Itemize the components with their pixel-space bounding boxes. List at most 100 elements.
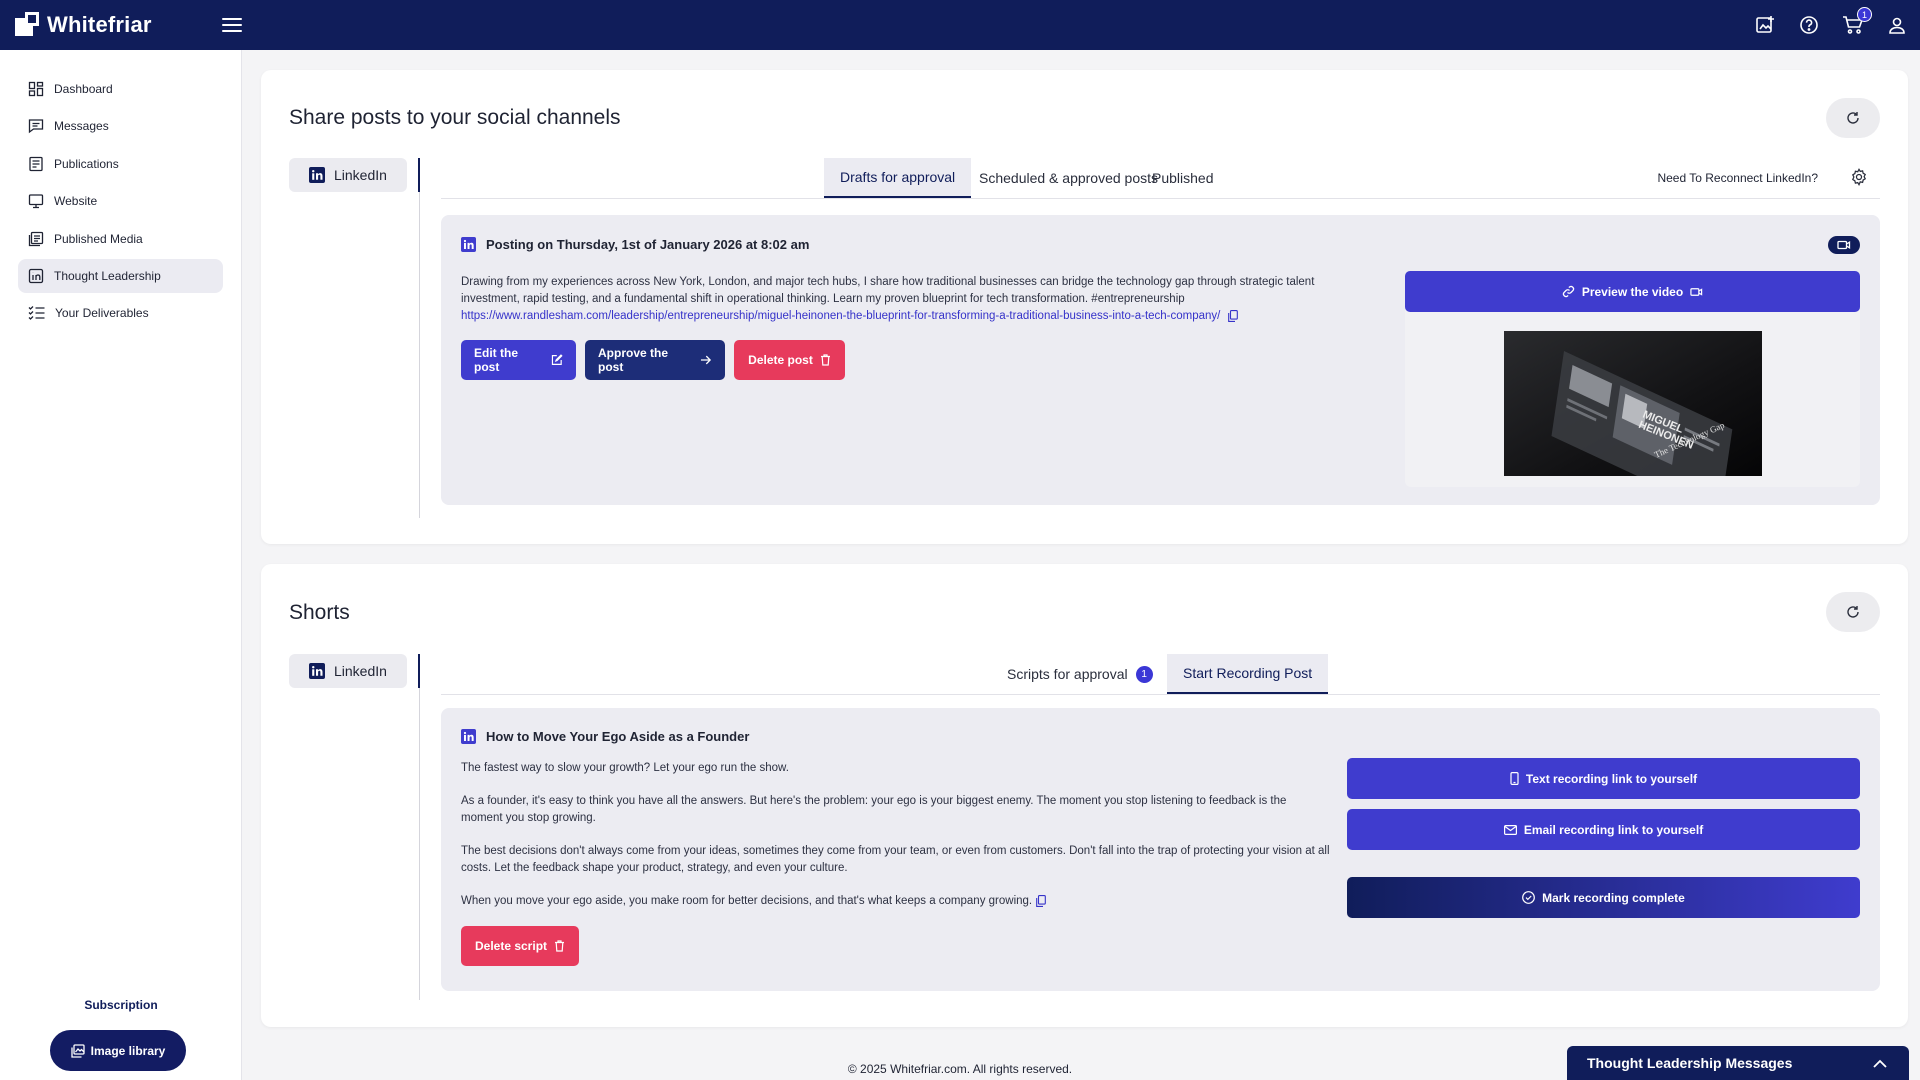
post-tabs: Drafts for approval Scheduled & approved…	[441, 158, 1880, 199]
settings-gear-icon[interactable]	[1850, 168, 1868, 191]
sidebar-item-label: Dashboard	[54, 82, 113, 96]
reconnect-linkedin-link[interactable]: Need To Reconnect LinkedIn?	[1657, 171, 1818, 185]
preview-video-button[interactable]: Preview the video	[1405, 271, 1860, 312]
shorts-card: Shorts LinkedIn Scripts for approval 1 S…	[261, 564, 1908, 1027]
text-recording-link-label: Text recording link to yourself	[1525, 771, 1698, 786]
cart-count-badge: 1	[1857, 7, 1872, 22]
tab-label: Scripts for approval	[1007, 666, 1128, 682]
linkedin-icon	[461, 729, 476, 744]
channel-divider	[418, 654, 420, 1000]
post-text: Drawing from my experiences across New Y…	[461, 276, 1315, 305]
refresh-icon	[1847, 112, 1859, 124]
dashboard-icon	[28, 81, 44, 97]
user-icon[interactable]	[1884, 12, 1910, 38]
subscription-label[interactable]: Subscription	[0, 998, 242, 1012]
chevron-up-icon	[1873, 1059, 1887, 1068]
delete-post-label: Delete post	[748, 353, 813, 367]
script-paragraph-last: When you move your ego aside, you make r…	[461, 893, 1331, 910]
add-media-icon[interactable]	[1752, 12, 1778, 38]
sidebar-item-thought-leadership[interactable]: Thought Leadership	[18, 258, 223, 293]
delete-script-label: Delete script	[474, 939, 548, 953]
image-library-icon	[70, 1043, 85, 1058]
menu-toggle-icon[interactable]	[221, 18, 242, 32]
channel-tab-linkedin[interactable]: LinkedIn	[289, 158, 407, 192]
approve-post-label: Approve the post	[598, 346, 669, 374]
tab-scripts-for-approval[interactable]: Scripts for approval 1	[991, 654, 1169, 694]
post-link[interactable]: https://www.randlesham.com/leadership/en…	[461, 310, 1220, 322]
copy-icon[interactable]	[1036, 895, 1046, 907]
image-library-label: Image library	[90, 1043, 166, 1058]
sidebar-item-published-media[interactable]: Published Media	[18, 222, 223, 256]
copy-icon[interactable]	[1227, 310, 1238, 322]
refresh-shorts-button[interactable]	[1826, 592, 1880, 632]
approve-post-button[interactable]: Approve the post	[585, 340, 725, 380]
thought-leadership-messages-panel[interactable]: Thought Leadership Messages	[1567, 1046, 1909, 1080]
post-actions: Edit the post Approve the post Delete po…	[461, 340, 845, 380]
check-circle-icon	[1522, 891, 1536, 904]
edit-post-button[interactable]: Edit the post	[461, 340, 576, 380]
sidebar-item-label: Thought Leadership	[54, 268, 161, 283]
script-heading: How to Move Your Ego Aside as a Founder	[461, 729, 749, 744]
script-paragraph: The best decisions don't always come fro…	[461, 845, 1330, 874]
email-recording-link-button[interactable]: Email recording link to yourself	[1347, 809, 1860, 850]
edit-icon	[552, 354, 563, 365]
tab-start-recording-post[interactable]: Start Recording Post	[1167, 654, 1329, 694]
social-posts-card: Share posts to your social channels Link…	[261, 70, 1908, 544]
post-body: Drawing from my experiences across New Y…	[461, 274, 1366, 325]
script-paragraph: The fastest way to slow your growth? Let…	[461, 762, 789, 774]
sidebar-item-label: Website	[54, 194, 98, 209]
script-paragraph: As a founder, it's easy to think you hav…	[461, 795, 1287, 824]
post-schedule-text: Posting on Thursday, 1st of January 2026…	[486, 237, 810, 252]
social-posts-title: Share posts to your social channels	[289, 106, 621, 129]
channel-tab-linkedin[interactable]: LinkedIn	[289, 654, 407, 688]
tab-published[interactable]: Published	[1136, 158, 1230, 198]
app-logo[interactable]: Whitefriar	[15, 12, 152, 38]
channel-tab-label: LinkedIn	[334, 167, 387, 183]
tab-drafts-for-approval[interactable]: Drafts for approval	[824, 158, 972, 198]
linkedin-icon	[309, 167, 325, 183]
video-icon	[1690, 287, 1703, 296]
linkedin-icon	[461, 237, 476, 252]
sidebar-nav: Dashboard Messages Publications Website …	[0, 72, 241, 330]
monitor-icon	[28, 194, 44, 209]
mark-recording-complete-button[interactable]: Mark recording complete	[1347, 877, 1860, 918]
sidebar-item-your-deliverables[interactable]: Your Deliverables	[18, 296, 223, 330]
trash-icon	[555, 940, 565, 952]
preview-video-label: Preview the video	[1581, 284, 1684, 299]
mark-recording-complete-label: Mark recording complete	[1542, 890, 1685, 905]
sidebar-item-website[interactable]: Website	[18, 184, 223, 218]
linkedin-icon	[28, 268, 44, 284]
app-name: Whitefriar	[47, 12, 152, 37]
sidebar-item-publications[interactable]: Publications	[18, 147, 223, 181]
sidebar-item-label: Published Media	[54, 231, 143, 246]
help-icon[interactable]	[1796, 12, 1822, 38]
script-title: How to Move Your Ego Aside as a Founder	[486, 729, 750, 744]
text-recording-link-button[interactable]: Text recording link to yourself	[1347, 758, 1860, 799]
video-thumbnail[interactable]: MIGUEL HEINONEN The Technology Gap	[1504, 331, 1762, 476]
shorts-title: Shorts	[289, 601, 350, 624]
logo-mark-icon	[15, 12, 41, 38]
sidebar-item-messages[interactable]: Messages	[18, 109, 223, 143]
media-icon	[28, 231, 44, 246]
publications-icon	[29, 156, 43, 171]
sidebar-item-dashboard[interactable]: Dashboard	[18, 72, 223, 106]
scripts-count-badge: 1	[1135, 665, 1153, 683]
delete-script-button[interactable]: Delete script	[461, 926, 579, 966]
delete-post-button[interactable]: Delete post	[734, 340, 845, 380]
cart-icon[interactable]: 1	[1840, 7, 1872, 38]
draft-post-panel: Posting on Thursday, 1st of January 2026…	[441, 215, 1880, 505]
script-panel: How to Move Your Ego Aside as a Founder …	[441, 708, 1880, 991]
sidebar: Dashboard Messages Publications Website …	[0, 50, 242, 1080]
mail-icon	[1503, 824, 1517, 835]
tl-messages-label: Thought Leadership Messages	[1587, 1055, 1793, 1071]
video-preview-panel: Preview the video MIGUEL HEINONEN The Te…	[1405, 271, 1860, 487]
video-badge-icon	[1828, 236, 1860, 254]
channel-divider	[418, 158, 420, 518]
channel-tab-label: LinkedIn	[334, 663, 387, 679]
messages-icon	[28, 119, 44, 134]
refresh-posts-button[interactable]	[1826, 98, 1880, 138]
sidebar-item-label: Messages	[54, 119, 109, 134]
edit-post-label: Edit the post	[474, 346, 518, 374]
linkedin-icon	[309, 663, 325, 679]
checklist-icon	[28, 306, 45, 321]
